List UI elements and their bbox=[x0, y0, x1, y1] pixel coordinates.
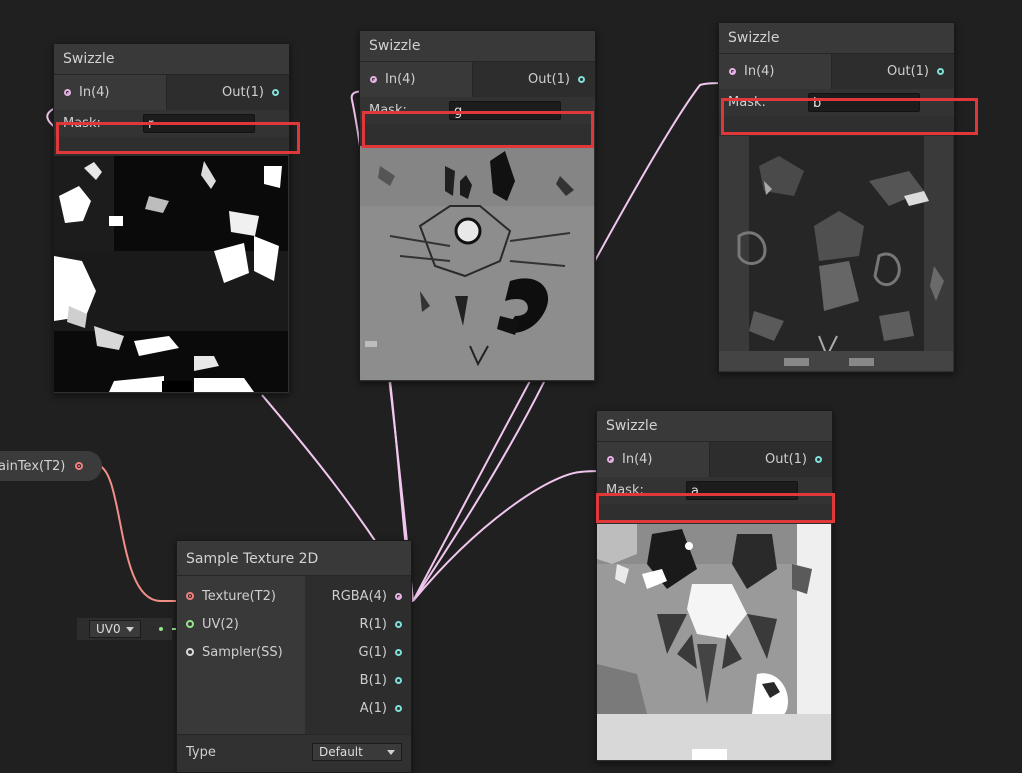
output-port-r[interactable]: R(1) bbox=[305, 610, 411, 638]
wire-main-lower-2 bbox=[412, 379, 546, 602]
mask-highlight-r bbox=[56, 122, 300, 154]
sample-inputs: Texture(T2) UV(2) Sampler(SS) bbox=[177, 576, 305, 734]
port-in-icon[interactable] bbox=[607, 456, 614, 463]
port-in-icon[interactable] bbox=[729, 68, 736, 75]
uv-connector-dot-icon bbox=[158, 627, 163, 631]
node-title[interactable]: Swizzle bbox=[54, 44, 289, 75]
input-port-in[interactable]: In(4) bbox=[54, 75, 166, 110]
node-title[interactable]: Swizzle bbox=[597, 411, 832, 442]
type-row: Type Default bbox=[177, 734, 411, 769]
r-port-icon[interactable] bbox=[395, 620, 402, 628]
rgba-port-icon[interactable] bbox=[395, 592, 402, 600]
uv-port-icon[interactable] bbox=[186, 620, 194, 628]
uv-dropdown-value: UV0 bbox=[96, 622, 121, 636]
preview-image-a bbox=[597, 524, 831, 760]
preview-image-b bbox=[719, 136, 953, 371]
port-label: A(1) bbox=[359, 700, 387, 716]
sampler-port-icon[interactable] bbox=[186, 648, 194, 656]
output-port-out[interactable]: Out(1) bbox=[831, 54, 954, 89]
input-port-uv[interactable]: UV(2) bbox=[177, 610, 305, 638]
port-label: UV(2) bbox=[202, 616, 239, 632]
preview-image-g bbox=[360, 146, 594, 380]
port-label: Sampler(SS) bbox=[202, 644, 283, 660]
b-port-icon[interactable] bbox=[395, 676, 402, 684]
port-label: Texture(T2) bbox=[202, 588, 276, 604]
port-label: Out(1) bbox=[222, 85, 264, 100]
port-label: RGBA(4) bbox=[331, 588, 387, 604]
uv-input-node: UV0 bbox=[77, 618, 172, 640]
port-label: In(4) bbox=[385, 72, 416, 87]
output-port-out[interactable]: Out(1) bbox=[166, 75, 289, 110]
port-label: Out(1) bbox=[887, 64, 929, 79]
preview-image-r bbox=[54, 156, 288, 392]
port-label: In(4) bbox=[622, 452, 653, 467]
node-title[interactable]: Swizzle bbox=[360, 31, 595, 62]
property-output-port-icon[interactable] bbox=[75, 462, 84, 470]
output-port-a[interactable]: A(1) bbox=[305, 694, 411, 722]
input-port-texture[interactable]: Texture(T2) bbox=[177, 582, 305, 610]
port-label: R(1) bbox=[359, 616, 387, 632]
mask-highlight-g bbox=[362, 111, 594, 148]
ports-row: In(4) Out(1) bbox=[54, 75, 289, 110]
type-dropdown-value: Default bbox=[319, 745, 363, 759]
mask-highlight-b bbox=[721, 98, 978, 135]
port-label: Out(1) bbox=[528, 72, 570, 87]
dropdown-arrow-icon bbox=[387, 749, 395, 755]
dropdown-arrow-icon bbox=[125, 626, 134, 632]
port-label: In(4) bbox=[79, 85, 110, 100]
port-out-icon[interactable] bbox=[578, 76, 585, 83]
input-port-in[interactable]: In(4) bbox=[719, 54, 831, 89]
port-out-icon[interactable] bbox=[937, 68, 944, 75]
port-label: In(4) bbox=[744, 64, 775, 79]
type-label: Type bbox=[186, 744, 216, 760]
output-port-out[interactable]: Out(1) bbox=[472, 62, 595, 97]
port-label: G(1) bbox=[358, 644, 388, 660]
uv-dropdown[interactable]: UV0 bbox=[89, 620, 141, 638]
ports-row: In(4) Out(1) bbox=[360, 62, 595, 97]
a-port-icon[interactable] bbox=[395, 704, 402, 712]
sample-outputs: RGBA(4) R(1) G(1) B(1) A(1) bbox=[305, 576, 411, 734]
input-port-in[interactable]: In(4) bbox=[360, 62, 472, 97]
output-port-rgba[interactable]: RGBA(4) bbox=[305, 582, 411, 610]
port-in-icon[interactable] bbox=[64, 89, 71, 96]
property-label: ainTex(T2) bbox=[0, 458, 66, 474]
sample-texture-2d-node[interactable]: Sample Texture 2D Texture(T2) UV(2) Samp… bbox=[176, 540, 412, 773]
ports-row: In(4) Out(1) bbox=[719, 54, 954, 89]
output-port-g[interactable]: G(1) bbox=[305, 638, 411, 666]
port-in-icon[interactable] bbox=[370, 76, 377, 83]
output-port-b[interactable]: B(1) bbox=[305, 666, 411, 694]
node-title[interactable]: Sample Texture 2D bbox=[177, 541, 411, 576]
mask-highlight-a bbox=[596, 493, 835, 523]
texture-port-icon[interactable] bbox=[186, 592, 194, 600]
node-title[interactable]: Swizzle bbox=[719, 23, 954, 54]
port-out-icon[interactable] bbox=[815, 456, 822, 463]
port-label: Out(1) bbox=[765, 452, 807, 467]
input-port-sampler[interactable]: Sampler(SS) bbox=[177, 638, 305, 666]
port-label: B(1) bbox=[359, 672, 387, 688]
g-port-icon[interactable] bbox=[395, 648, 402, 656]
port-out-icon[interactable] bbox=[272, 89, 279, 96]
wire-to-swizzle-a bbox=[412, 470, 609, 602]
type-dropdown[interactable]: Default bbox=[312, 743, 402, 761]
input-port-in[interactable]: In(4) bbox=[597, 442, 709, 477]
sample-ports: Texture(T2) UV(2) Sampler(SS) RGBA(4) R(… bbox=[177, 576, 411, 734]
output-port-out[interactable]: Out(1) bbox=[709, 442, 832, 477]
maintex-property-node[interactable]: ainTex(T2) bbox=[0, 451, 102, 481]
ports-row: In(4) Out(1) bbox=[597, 442, 832, 477]
